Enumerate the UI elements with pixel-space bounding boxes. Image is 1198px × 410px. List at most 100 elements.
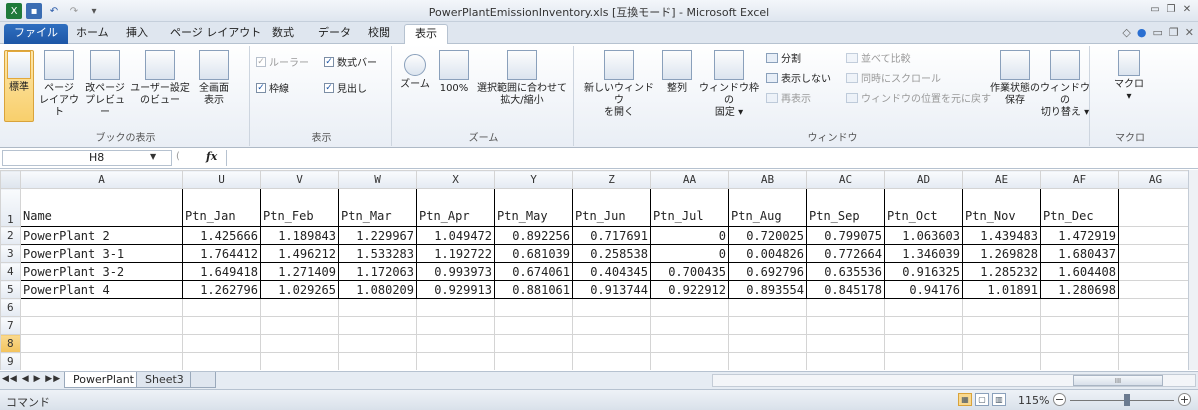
normal-view-button[interactable]: 標準 bbox=[4, 50, 34, 122]
zoom-slider[interactable] bbox=[1070, 400, 1174, 401]
column-header[interactable]: AG bbox=[1118, 170, 1193, 189]
page-layout-view-button[interactable]: ページ レイアウト bbox=[38, 50, 80, 119]
value-cell[interactable] bbox=[182, 352, 261, 370]
restore-icon[interactable]: ❐ bbox=[1164, 3, 1178, 17]
value-cell[interactable]: 1.533283 bbox=[338, 244, 417, 263]
name-cell[interactable] bbox=[20, 352, 183, 370]
value-cell[interactable]: 1.496212 bbox=[260, 244, 339, 263]
column-header[interactable]: AC bbox=[806, 170, 885, 189]
tab-formulas[interactable]: 数式 bbox=[262, 24, 304, 44]
value-cell[interactable] bbox=[1040, 334, 1119, 353]
value-cell[interactable]: 1.192722 bbox=[416, 244, 495, 263]
doc-close-icon[interactable]: ✕ bbox=[1185, 26, 1194, 39]
value-cell[interactable]: 0.881061 bbox=[494, 280, 573, 299]
value-cell[interactable]: Ptn_Jun bbox=[572, 188, 651, 227]
name-cell[interactable] bbox=[20, 316, 183, 335]
row-header[interactable]: 6 bbox=[0, 298, 21, 317]
value-cell[interactable] bbox=[728, 352, 807, 370]
value-cell[interactable]: Ptn_Nov bbox=[962, 188, 1041, 227]
value-cell[interactable]: 0.004826 bbox=[728, 244, 807, 263]
value-cell[interactable] bbox=[572, 316, 651, 335]
row-header[interactable]: 8 bbox=[0, 334, 21, 353]
name-cell[interactable]: PowerPlant 3-1 bbox=[20, 244, 183, 263]
value-cell[interactable] bbox=[416, 352, 495, 370]
value-cell[interactable] bbox=[1118, 316, 1193, 335]
value-cell[interactable]: Ptn_Aug bbox=[728, 188, 807, 227]
value-cell[interactable]: 1.764412 bbox=[182, 244, 261, 263]
value-cell[interactable]: 1.269828 bbox=[962, 244, 1041, 263]
arrange-all-button[interactable]: 整列 bbox=[660, 50, 694, 95]
value-cell[interactable] bbox=[572, 352, 651, 370]
column-header[interactable]: W bbox=[338, 170, 417, 189]
value-cell[interactable] bbox=[494, 334, 573, 353]
column-header[interactable]: AA bbox=[650, 170, 729, 189]
row-header[interactable]: 4 bbox=[0, 262, 21, 281]
value-cell[interactable] bbox=[884, 316, 963, 335]
name-box-dropdown-icon[interactable]: ▼ bbox=[150, 152, 156, 161]
minimize-icon[interactable]: ▭ bbox=[1148, 3, 1162, 17]
name-cell[interactable]: PowerPlant 4 bbox=[20, 280, 183, 299]
insert-sheet-icon[interactable] bbox=[190, 372, 216, 388]
value-cell[interactable]: 1.172063 bbox=[338, 262, 417, 281]
value-cell[interactable]: 1.680437 bbox=[1040, 244, 1119, 263]
value-cell[interactable] bbox=[806, 352, 885, 370]
value-cell[interactable]: 0 bbox=[650, 226, 729, 245]
sheet-nav-arrows[interactable]: ◀◀ ◀ ▶ ▶▶ bbox=[2, 374, 61, 384]
name-cell[interactable] bbox=[20, 298, 183, 317]
sheet-tab-powerplant[interactable]: PowerPlant bbox=[64, 372, 143, 388]
column-header[interactable]: U bbox=[182, 170, 261, 189]
freeze-panes-button[interactable]: ウィンドウ枠の 固定 ▾ bbox=[696, 50, 762, 119]
value-cell[interactable]: 0.720025 bbox=[728, 226, 807, 245]
value-cell[interactable] bbox=[1040, 298, 1119, 317]
value-cell[interactable]: 0.929913 bbox=[416, 280, 495, 299]
save-workspace-button[interactable]: 作業状態の 保存 bbox=[988, 50, 1042, 107]
value-cell[interactable]: 1.080209 bbox=[338, 280, 417, 299]
value-cell[interactable]: 1.285232 bbox=[962, 262, 1041, 281]
zoom-to-selection-button[interactable]: 選択範囲に合わせて 拡大/縮小 bbox=[474, 50, 570, 107]
sync-scroll-button[interactable]: 同時にスクロール bbox=[846, 70, 941, 85]
column-header[interactable]: AE bbox=[962, 170, 1041, 189]
value-cell[interactable] bbox=[494, 298, 573, 317]
value-cell[interactable] bbox=[884, 298, 963, 317]
tab-insert[interactable]: 挿入 bbox=[116, 24, 158, 44]
switch-windows-button[interactable]: ウィンドウの 切り替え ▾ bbox=[1040, 50, 1090, 119]
value-cell[interactable] bbox=[260, 316, 339, 335]
value-cell[interactable]: 0.892256 bbox=[494, 226, 573, 245]
value-cell[interactable] bbox=[260, 352, 339, 370]
value-cell[interactable] bbox=[1040, 352, 1119, 370]
normal-view-shortcut-icon[interactable]: ▦ bbox=[958, 393, 972, 406]
value-cell[interactable] bbox=[494, 352, 573, 370]
value-cell[interactable]: Ptn_Jul bbox=[650, 188, 729, 227]
value-cell[interactable] bbox=[260, 334, 339, 353]
value-cell[interactable] bbox=[650, 298, 729, 317]
value-cell[interactable] bbox=[182, 298, 261, 317]
column-header[interactable]: AF bbox=[1040, 170, 1119, 189]
value-cell[interactable]: 0.893554 bbox=[728, 280, 807, 299]
value-cell[interactable] bbox=[260, 298, 339, 317]
value-cell[interactable]: 0.258538 bbox=[572, 244, 651, 263]
value-cell[interactable] bbox=[1118, 226, 1193, 245]
column-header[interactable]: AD bbox=[884, 170, 963, 189]
value-cell[interactable] bbox=[1040, 316, 1119, 335]
value-cell[interactable]: 1.439483 bbox=[962, 226, 1041, 245]
fullscreen-button[interactable]: 全画面 表示 bbox=[192, 50, 236, 107]
value-cell[interactable]: 1.472919 bbox=[1040, 226, 1119, 245]
value-cell[interactable]: Ptn_Jan bbox=[182, 188, 261, 227]
value-cell[interactable] bbox=[650, 316, 729, 335]
value-cell[interactable]: 0 bbox=[650, 244, 729, 263]
value-cell[interactable] bbox=[728, 316, 807, 335]
hide-window-button[interactable]: 表示しない bbox=[766, 70, 831, 85]
row-header[interactable]: 1 bbox=[0, 188, 21, 227]
value-cell[interactable] bbox=[494, 316, 573, 335]
macros-button[interactable]: マクロ ▾ bbox=[1112, 50, 1146, 103]
value-cell[interactable] bbox=[1118, 244, 1193, 263]
doc-restore-icon[interactable]: ❐ bbox=[1169, 26, 1179, 39]
value-cell[interactable] bbox=[806, 316, 885, 335]
value-cell[interactable]: Ptn_Dec bbox=[1040, 188, 1119, 227]
value-cell[interactable]: 1.425666 bbox=[182, 226, 261, 245]
value-cell[interactable] bbox=[1118, 280, 1193, 299]
value-cell[interactable]: Ptn_Feb bbox=[260, 188, 339, 227]
value-cell[interactable]: 0.94176 bbox=[884, 280, 963, 299]
value-cell[interactable]: 0.717691 bbox=[572, 226, 651, 245]
row-header[interactable]: 3 bbox=[0, 244, 21, 263]
